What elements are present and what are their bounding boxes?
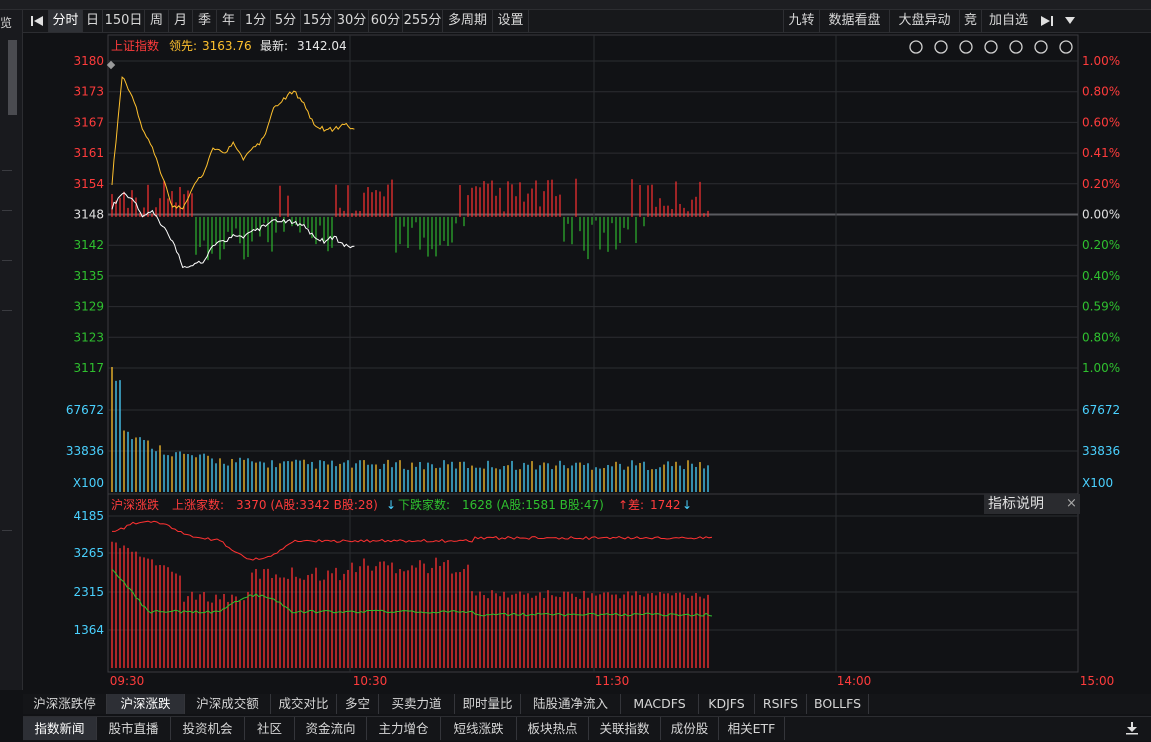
pct-axis-label: 0.41%	[1082, 146, 1120, 160]
intraday-chart[interactable]: 3180 3173 3167 3161 3154 3148 3142 3135 3129 3123…	[0, 0, 1151, 740]
price-axis-label: 3117	[73, 361, 104, 375]
chart-bars	[111, 178, 709, 668]
legend-index-name: 上证指数	[111, 38, 159, 53]
chart-labels: 3180 3173 3167 3161 3154 3148 3142 3135 3129 3123…	[66, 38, 1120, 688]
pct-axis-label: 1.00%	[1082, 361, 1120, 375]
info-tab-10[interactable]: 相关ETF	[719, 717, 785, 740]
price-axis-label: 3180	[73, 54, 104, 68]
indicator-tab-2[interactable]: 沪深成交额	[185, 694, 271, 714]
info-tab-3[interactable]: 社区	[245, 717, 295, 740]
indicator-tab-9[interactable]: KDJFS	[699, 694, 755, 714]
indicator-tab-1[interactable]: 沪深涨跌	[107, 694, 185, 714]
breadth-title: 沪深涨跌	[111, 497, 159, 512]
pct-axis-label: 0.20%	[1082, 238, 1120, 252]
undo-icon[interactable]	[959, 40, 973, 54]
time-axis-label: 15:00	[1080, 674, 1115, 688]
indicator-tab-7[interactable]: 陆股通净流入	[521, 694, 621, 714]
info-tab-5[interactable]: 主力增仓	[367, 717, 441, 740]
pct-axis-label: 0.20%	[1082, 177, 1120, 191]
pct-axis-label: 1.00%	[1082, 54, 1120, 68]
info-tab-0[interactable]: 指数新闻	[23, 717, 97, 740]
price-axis-label: 3173	[73, 85, 104, 99]
time-axis-label: 10:30	[353, 674, 388, 688]
volume-axis-label: 33836	[66, 444, 104, 458]
price-axis-label: 3135	[73, 269, 104, 283]
volume-axis-label: X100	[73, 476, 104, 490]
pct-axis-label: 0.59%	[1082, 300, 1120, 314]
breadth-diff-value: 1742	[650, 498, 681, 512]
eye-icon[interactable]	[909, 40, 923, 54]
price-axis-label: 3148	[73, 208, 104, 222]
info-tab-6[interactable]: 短线涨跌	[441, 717, 517, 740]
volume-axis-label: 67672	[66, 403, 104, 417]
lock-icon[interactable]	[1009, 40, 1023, 54]
price-axis-label: 3154	[73, 177, 104, 191]
info-tab-4[interactable]: 资金流向	[295, 717, 367, 740]
indicator-tab-11[interactable]: BOLLFS	[807, 694, 869, 714]
down-arrow-icon: ↓	[386, 498, 396, 512]
legend-lead-value: 3163.76	[202, 39, 252, 53]
price-axis-label: 3123	[73, 330, 104, 344]
breadth-down-label: 下跌家数:	[398, 497, 450, 512]
info-tab-2[interactable]: 投资机会	[171, 717, 245, 740]
chart-frame	[107, 34, 1079, 673]
breadth-up-line	[112, 520, 713, 561]
breadth-up-text: 3370 (A股:3342 B股:28)	[236, 498, 378, 512]
hand-icon[interactable]	[934, 40, 948, 54]
legend-latest-label: 最新:	[260, 38, 288, 53]
price-axis-label: 3142	[73, 238, 104, 252]
indicator-help-label: 指标说明	[988, 496, 1044, 512]
volume-axis-label-right: X100	[1082, 476, 1113, 490]
info-tab-9[interactable]: 成份股	[661, 717, 719, 740]
breadth-up-label: 上涨家数:	[172, 497, 224, 512]
chart-lines	[111, 76, 713, 617]
info-tab-7[interactable]: 板块热点	[517, 717, 589, 740]
price-axis-label: 3129	[73, 300, 104, 314]
info-tabs: 指数新闻 股市直播 投资机会 社区 资金流向 主力增仓 短线涨跌 板块热点 关联指数 成份股 相关E…	[23, 716, 1151, 741]
time-axis-label: 09:30	[110, 674, 145, 688]
scissors-icon[interactable]	[984, 40, 998, 54]
indicator-tab-0[interactable]: 沪深涨跌停	[23, 694, 107, 714]
info-tab-8[interactable]: 关联指数	[589, 717, 661, 740]
breadth-axis-label: 1364	[73, 623, 104, 637]
legend-latest-value: 3142.04	[297, 39, 347, 53]
pct-axis-label: 0.80%	[1082, 85, 1120, 99]
pct-axis-label: 0.40%	[1082, 269, 1120, 283]
indicator-tab-3[interactable]: 成交对比	[271, 694, 337, 714]
indicator-tabs: 沪深涨跌停 沪深涨跌 沪深成交额 成交对比 多空 买卖力道 即时量比 陆股通净流入 MACDFS…	[23, 694, 1151, 714]
download-icon[interactable]	[1117, 717, 1147, 740]
close-icon[interactable]: ×	[1066, 494, 1077, 514]
down-arrow-icon: ↓	[682, 498, 692, 512]
zoom-in-icon[interactable]	[1034, 40, 1048, 54]
breadth-axis-label: 3265	[73, 546, 104, 560]
breadth-axis-label: 2315	[73, 585, 104, 599]
volume-axis-label-right: 67672	[1082, 403, 1120, 417]
info-tab-1[interactable]: 股市直播	[97, 717, 171, 740]
pct-axis-label: 0.80%	[1082, 330, 1120, 344]
volume-axis-label-right: 33836	[1082, 444, 1120, 458]
chart-grid	[107, 34, 1079, 673]
legend-lead-label: 领先:	[169, 39, 197, 53]
indicator-tab-10[interactable]: RSIFS	[755, 694, 807, 714]
price-axis-label: 3167	[73, 115, 104, 129]
indicator-tab-5[interactable]: 买卖力道	[379, 694, 455, 714]
breadth-axis-label: 4185	[73, 509, 104, 523]
indicator-tab-8[interactable]: MACDFS	[621, 694, 699, 714]
up-arrow-icon: ↑	[618, 498, 628, 512]
breadth-down-text: 1628 (A股:1581 B股:47)	[462, 498, 604, 512]
zoom-out-icon[interactable]	[1059, 40, 1073, 54]
price-axis-label: 3161	[73, 146, 104, 160]
indicator-tab-4[interactable]: 多空	[337, 694, 379, 714]
time-axis-label: 11:30	[595, 674, 630, 688]
indicator-tab-6[interactable]: 即时量比	[455, 694, 521, 714]
time-axis-label: 14:00	[837, 674, 872, 688]
indicator-help-panel[interactable]: 指标说明 ×	[984, 494, 1080, 514]
pct-axis-label: 0.60%	[1082, 115, 1120, 129]
breadth-diff-label: 差:	[628, 498, 644, 512]
pct-axis-label: 0.00%	[1082, 208, 1120, 222]
